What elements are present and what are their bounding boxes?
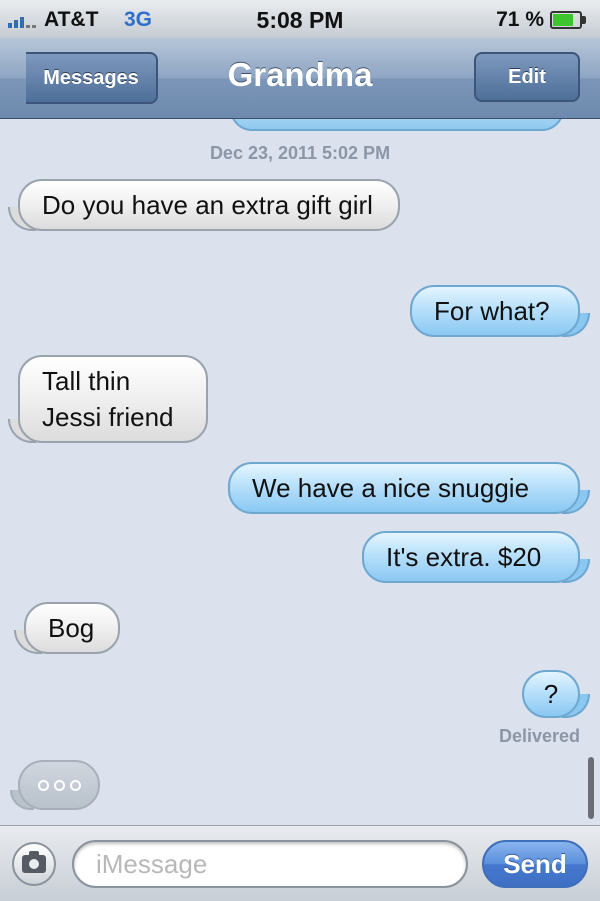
battery-percent: 71 % xyxy=(496,8,544,31)
scroll-indicator[interactable] xyxy=(588,757,594,819)
previous-message-bubble xyxy=(230,119,564,131)
delivered-status: Delivered xyxy=(498,726,580,746)
outgoing-message[interactable]: It's extra. $20 xyxy=(362,531,590,583)
incoming-message[interactable]: Tall thin Jessi friend xyxy=(8,355,208,443)
outgoing-message[interactable]: For what? xyxy=(410,285,590,337)
conversation-timestamp: Dec 23, 2011 5:02 PM xyxy=(209,143,391,163)
message-text: For what? xyxy=(434,296,550,326)
message-input-bar: Send xyxy=(0,825,600,901)
message-text: Bog xyxy=(48,613,95,643)
incoming-message[interactable]: Do you have an extra gift girl xyxy=(8,179,400,231)
typing-indicator xyxy=(10,760,100,810)
outgoing-message[interactable]: We have a nice snuggie xyxy=(228,462,590,514)
send-button[interactable]: Send xyxy=(482,840,588,888)
camera-icon xyxy=(22,851,46,873)
outgoing-message[interactable]: ? xyxy=(522,670,590,718)
camera-button[interactable] xyxy=(12,842,56,886)
conversation-view[interactable]: Dec 23, 2011 5:02 PM Do you have an extr… xyxy=(0,119,600,825)
edit-button[interactable]: Edit xyxy=(474,52,580,102)
message-text: Tall thin Jessi friend xyxy=(42,366,174,432)
message-text: ? xyxy=(543,679,559,709)
battery-icon xyxy=(550,11,586,29)
message-input[interactable] xyxy=(72,840,468,888)
navigation-bar: Messages Grandma Edit xyxy=(0,38,600,119)
message-text: We have a nice snuggie xyxy=(252,473,530,503)
message-text: Do you have an extra gift girl xyxy=(42,190,373,220)
incoming-message[interactable]: Bog xyxy=(14,602,120,654)
status-bar: AT&T 3G 5:08 PM 71 % xyxy=(0,0,600,39)
message-text: It's extra. $20 xyxy=(386,542,542,572)
